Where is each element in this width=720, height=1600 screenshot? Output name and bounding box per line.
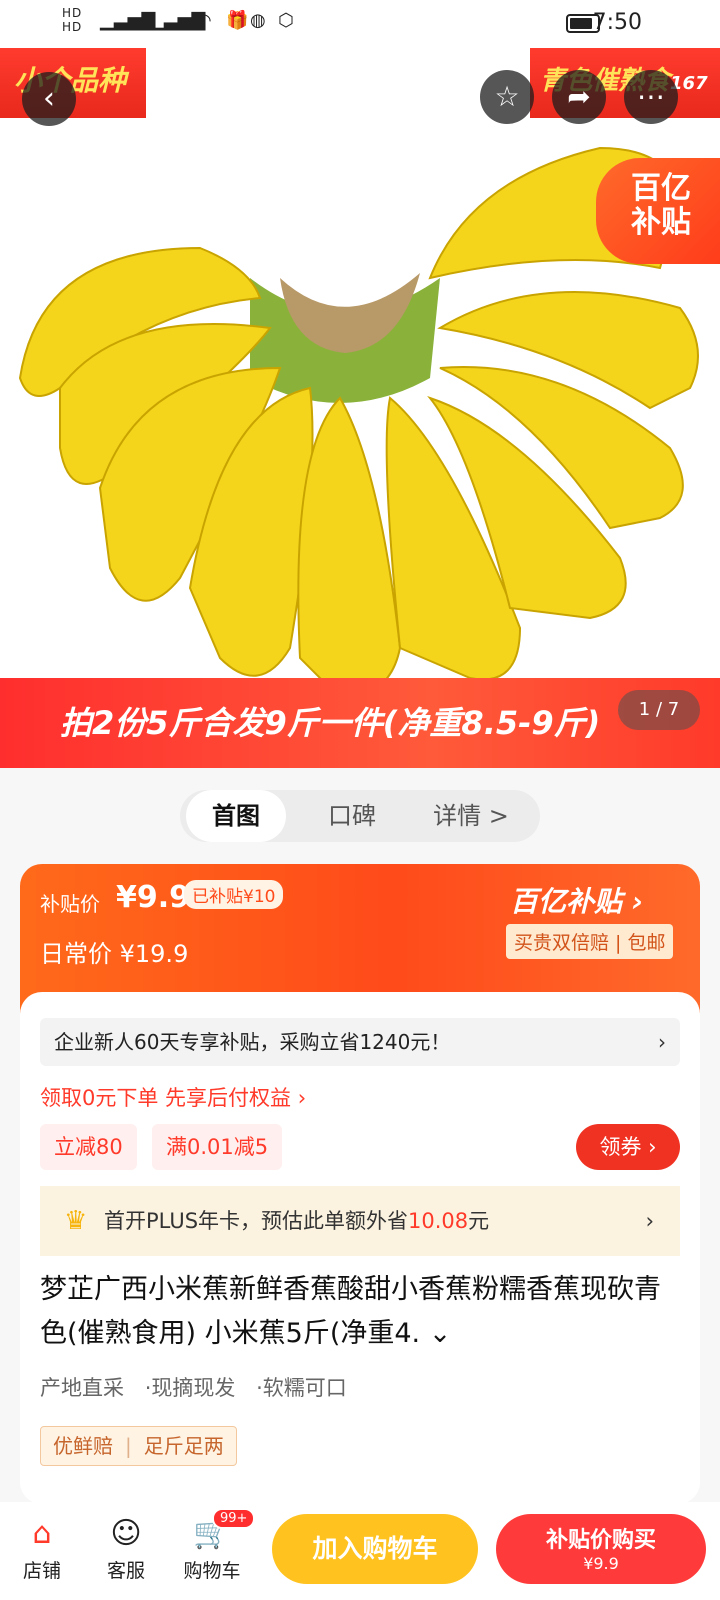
service-badges[interactable]: 优鲜赔 | 足斤足两 <box>40 1426 237 1466</box>
subsidy-badge-line1: 百亿 <box>631 171 691 206</box>
chevron-right-icon: › <box>645 1209 654 1233</box>
get-coupon-button[interactable]: 领券 › <box>576 1124 680 1170</box>
price-card: 补贴价 ¥9.9 已补贴¥10 日常价 ¥19.9 百亿补贴 › 买贵双倍赔 |… <box>20 864 700 1504</box>
new-user-offer[interactable]: 企业新人60天专享补贴，采购立省1240元！ › <box>40 1018 680 1066</box>
share-button[interactable]: ➦ <box>552 70 606 124</box>
buy-button-price: ¥9.9 <box>583 1554 619 1573</box>
promo-banner: 拍2份5斤合发9斤一件(净重8.5-9斤) <box>0 678 720 768</box>
discount-chip: 立减80 <box>40 1124 137 1170</box>
signal-icon: ▁▃▅▇ <box>100 10 156 31</box>
back-button[interactable]: ‹ <box>22 72 76 126</box>
already-subsidized-badge: 已补贴¥10 <box>184 880 284 909</box>
new-user-offer-text: 企业新人60天专享补贴，采购立省1240元！ <box>54 1030 451 1054</box>
feature-item: ·现摘现发 <box>144 1376 236 1400</box>
feature-item: ·软糯可口 <box>256 1376 347 1400</box>
image-tabs: 首图 口碑 详情 > <box>180 790 540 842</box>
chevron-right-icon: › <box>658 1030 666 1054</box>
shop-label: 店铺 <box>22 1560 61 1582</box>
plus-offer-text: 首开PLUS年卡，预估此单额外省 <box>104 1209 409 1233</box>
star-icon: ☆ <box>494 80 520 113</box>
offers-panel: 企业新人60天专享补贴，采购立省1240元！ › 领取0元下单 先享后付权益 ›… <box>20 992 700 1504</box>
badge-divider: | <box>125 1434 132 1458</box>
product-title[interactable]: 梦芷广西小米蕉新鲜香蕉酸甜小香蕉粉糯香蕉现砍青色(催熟食用) 小米蕉5斤(净重4… <box>40 1268 680 1356</box>
product-image[interactable] <box>0 48 720 678</box>
plus-offer-amount: 10.08 <box>408 1209 469 1233</box>
subsidy-price-label: 补贴价 <box>40 892 100 916</box>
shop-button[interactable]: ⌂ 店铺 <box>2 1502 82 1583</box>
tab-reviews[interactable]: 口碑 <box>302 790 402 842</box>
plus-membership-offer[interactable]: ♛ 首开PLUS年卡，预估此单额外省10.08元 › <box>40 1186 680 1256</box>
product-features: 产地直采 ·现摘现发 ·软糯可口 <box>40 1372 361 1402</box>
full-weight-badge: 足斤足两 <box>143 1434 224 1458</box>
status-bar: HD HD ▁▃▅▇ ▁▃▅▇ ◠ 🎁 ◍ ⬡ 7:50 <box>0 0 720 48</box>
subsidy-badge-line2: 补贴 <box>631 205 691 240</box>
plus-offer-unit: 元 <box>468 1209 490 1233</box>
cart-label: 购物车 <box>183 1560 241 1582</box>
clock: 7:50 <box>592 10 642 35</box>
chevron-left-icon: ‹ <box>43 81 55 116</box>
more-icon: ⋯ <box>637 80 665 113</box>
service-label: 客服 <box>106 1560 145 1582</box>
chat-icon: ☺ <box>110 1516 142 1551</box>
buy-subsidy-button[interactable]: 补贴价购买 ¥9.9 <box>496 1514 706 1584</box>
bottom-action-bar: ⌂ 店铺 ☺ 客服 🛒 99+ 购物车 加入购物车 补贴价购买 ¥9.9 <box>0 1502 720 1600</box>
tab-details[interactable]: 详情 > <box>416 790 526 842</box>
store-icon: ⌂ <box>32 1516 52 1551</box>
daily-price: 日常价 ¥19.9 <box>40 940 189 968</box>
pay-later-link[interactable]: 领取0元下单 先享后付权益 › <box>40 1082 306 1112</box>
feature-item: 产地直采 <box>40 1376 124 1400</box>
customer-service-button[interactable]: ☺ 客服 <box>86 1502 166 1583</box>
cart-button[interactable]: 🛒 99+ 购物车 <box>172 1502 256 1583</box>
banana-illustration <box>0 48 720 678</box>
favorite-button[interactable]: ☆ <box>480 70 534 124</box>
image-pager: 1 / 7 <box>618 690 700 730</box>
hand-icon: ⬡ <box>278 10 294 31</box>
tab-main-image[interactable]: 首图 <box>186 790 286 842</box>
billion-subsidy-link[interactable]: 百亿补贴 › <box>510 880 643 920</box>
gift-icon: 🎁 <box>226 10 249 31</box>
more-button[interactable]: ⋯ <box>624 70 678 124</box>
crown-icon: ♛ <box>64 1206 88 1236</box>
cart-count-badge: 99+ <box>212 1508 256 1529</box>
fresh-guarantee-badge: 优鲜赔 <box>53 1434 113 1458</box>
sim-indicator: HD HD <box>62 6 83 34</box>
wifi-icon: ◠ <box>196 10 212 31</box>
add-to-cart-button[interactable]: 加入购物车 <box>272 1514 478 1584</box>
guarantee-badge: 买贵双倍赔 | 包邮 <box>506 924 674 959</box>
app-icon: ◍ <box>250 10 266 31</box>
subsidy-price: ¥9.9 <box>116 880 191 915</box>
threshold-discount-chip: 满0.01减5 <box>152 1124 283 1170</box>
buy-button-label: 补贴价购买 <box>545 1528 656 1553</box>
subsidy-badge: 百亿 补贴 <box>596 158 720 264</box>
share-icon: ➦ <box>567 80 591 113</box>
